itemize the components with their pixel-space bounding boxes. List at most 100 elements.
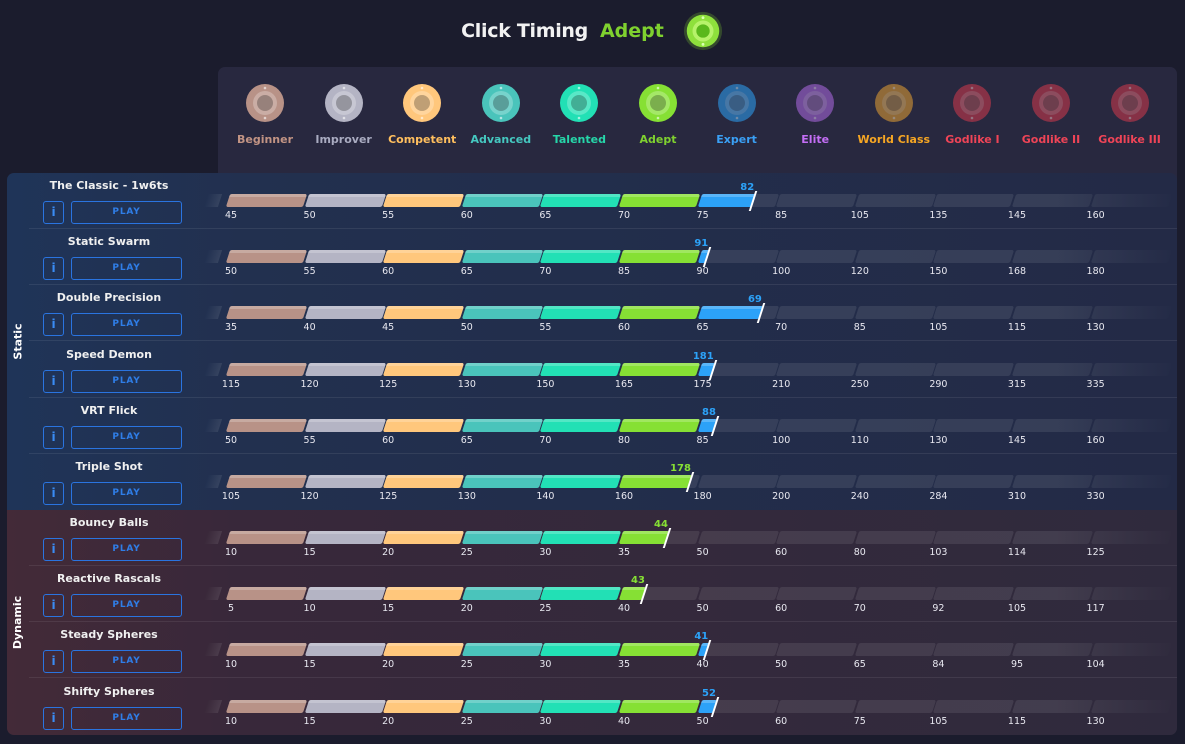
play-button[interactable]: PLAY [71, 201, 182, 224]
threshold-label: 110 [850, 434, 869, 446]
rank-segment-filled [225, 194, 307, 207]
play-button[interactable]: PLAY [71, 369, 182, 393]
threshold-label: 117 [1086, 603, 1105, 615]
rank-segment-empty [933, 306, 1015, 320]
threshold-label: 10 [224, 659, 238, 671]
threshold-label: 60 [775, 547, 788, 558]
scenario-row: Bouncy Balls i PLAY 10 15 20 25 30 35 50 60 80 103 11… [29, 510, 1177, 566]
scenario-name: Double Precision [56, 291, 162, 305]
rank-label: Godlike II [1021, 133, 1081, 146]
score-value: 88 [701, 406, 716, 418]
threshold-label: 10 [224, 715, 238, 727]
threshold-label: 80 [853, 547, 866, 558]
rank-segment-filled [383, 587, 464, 601]
rank-progress-bar: 50 55 60 65 70 85 90 100 120 150 168 180 91 [203, 229, 1177, 285]
rank-segment-empty [697, 587, 779, 601]
threshold-label: 50 [224, 266, 238, 278]
threshold-label: 50 [460, 322, 473, 334]
rank-segment-empty [854, 362, 936, 376]
info-button[interactable]: i [43, 482, 64, 505]
info-button[interactable]: i [43, 650, 64, 674]
score-value: 181 [692, 350, 714, 362]
threshold-label: 55 [303, 434, 316, 446]
threshold-label: 115 [1007, 322, 1027, 334]
rank-segment-empty [776, 362, 857, 376]
threshold-label: 85 [775, 210, 788, 221]
threshold-label: 160 [1086, 434, 1105, 446]
rank-0: Beginner [226, 81, 304, 146]
threshold-label: 160 [1086, 210, 1105, 221]
threshold-label: 50 [303, 210, 316, 221]
rank-segment-empty [854, 475, 936, 488]
rank-segment-filled [304, 531, 386, 544]
rank-segment-empty [933, 531, 1015, 544]
info-button[interactable]: i [43, 594, 64, 618]
rank-segment-empty [933, 418, 1015, 432]
threshold-label: 25 [460, 659, 473, 671]
play-button[interactable]: PLAY [71, 425, 182, 449]
rank-progress-bar: 5 10 15 20 25 40 50 60 70 92 105 117 43 [203, 566, 1177, 622]
rank-segment-empty [697, 531, 779, 544]
threshold-label: 150 [536, 378, 555, 390]
rank-segment-empty [776, 418, 857, 432]
rank-segment-empty [933, 250, 1015, 264]
rank-segment-empty [854, 306, 936, 320]
rank-segment-filled [461, 250, 543, 264]
play-button[interactable]: PLAY [71, 594, 182, 618]
scenario-name: The Classic - 1w6ts [49, 179, 169, 192]
threshold-label: 175 [693, 378, 712, 390]
play-button[interactable]: PLAY [71, 482, 182, 505]
rank-segment-filled [383, 250, 464, 264]
rank-segment-empty [776, 587, 857, 601]
threshold-label: 290 [929, 378, 948, 390]
rank-segment-filled [225, 306, 307, 320]
rank-segment-filled [225, 531, 307, 544]
threshold-label: 105 [1007, 603, 1027, 615]
play-button[interactable]: PLAY [71, 257, 182, 281]
play-button[interactable]: PLAY [71, 538, 182, 561]
threshold-label: 85 [853, 322, 866, 334]
rank-segment-filled [383, 699, 464, 713]
rank-segment-filled [540, 587, 622, 601]
threshold-label: 130 [457, 491, 476, 502]
threshold-label: 85 [696, 434, 709, 446]
threshold-label: 95 [1010, 659, 1024, 671]
info-button[interactable]: i [43, 313, 64, 337]
threshold-label: 60 [460, 210, 473, 221]
threshold-label: 70 [775, 322, 788, 334]
rank-segment-filled [540, 306, 622, 320]
info-button[interactable]: i [43, 369, 64, 393]
rank-segment-empty [854, 418, 936, 432]
threshold-label: 115 [221, 378, 241, 390]
info-button[interactable]: i [43, 538, 64, 561]
threshold-label: 150 [929, 266, 948, 278]
scenario-name: VRT Flick [80, 403, 138, 417]
rank-segment-partial [697, 194, 756, 207]
rank-segment-empty [776, 475, 857, 488]
scenario-row: Static Swarm i PLAY 50 55 60 65 70 85 90 100 120 150… [29, 229, 1177, 286]
info-button[interactable]: i [43, 257, 64, 281]
threshold-label: 55 [303, 266, 316, 278]
rank-legend: Beginner Improver Competent Advanced Talente… [218, 67, 1177, 187]
score-value: 41 [694, 631, 709, 643]
play-button[interactable]: PLAY [71, 650, 182, 674]
play-button[interactable]: PLAY [71, 313, 182, 337]
rank-label: Competent [388, 133, 457, 146]
rank-segment-empty [697, 475, 779, 488]
group-static: Static The Classic - 1w6ts i PLAY 45 50 55 60 6… [7, 173, 1177, 510]
threshold-label: 40 [617, 603, 631, 615]
threshold-label: 25 [460, 547, 473, 558]
talented-badge-icon [560, 84, 599, 122]
scenario-name: Triple Shot [75, 460, 143, 473]
threshold-label: 65 [460, 266, 473, 278]
rank-label: Expert [716, 133, 757, 146]
play-button[interactable]: PLAY [71, 706, 182, 730]
info-button[interactable]: i [43, 201, 64, 224]
rank-segment-empty [776, 531, 857, 544]
threshold-label: 145 [1007, 434, 1027, 446]
page-header: Click Timing Adept [0, 11, 1185, 51]
rank-segment-filled [304, 362, 386, 376]
info-button[interactable]: i [43, 706, 64, 730]
group-label-dynamic: Dynamic [11, 595, 25, 650]
info-button[interactable]: i [43, 425, 64, 449]
